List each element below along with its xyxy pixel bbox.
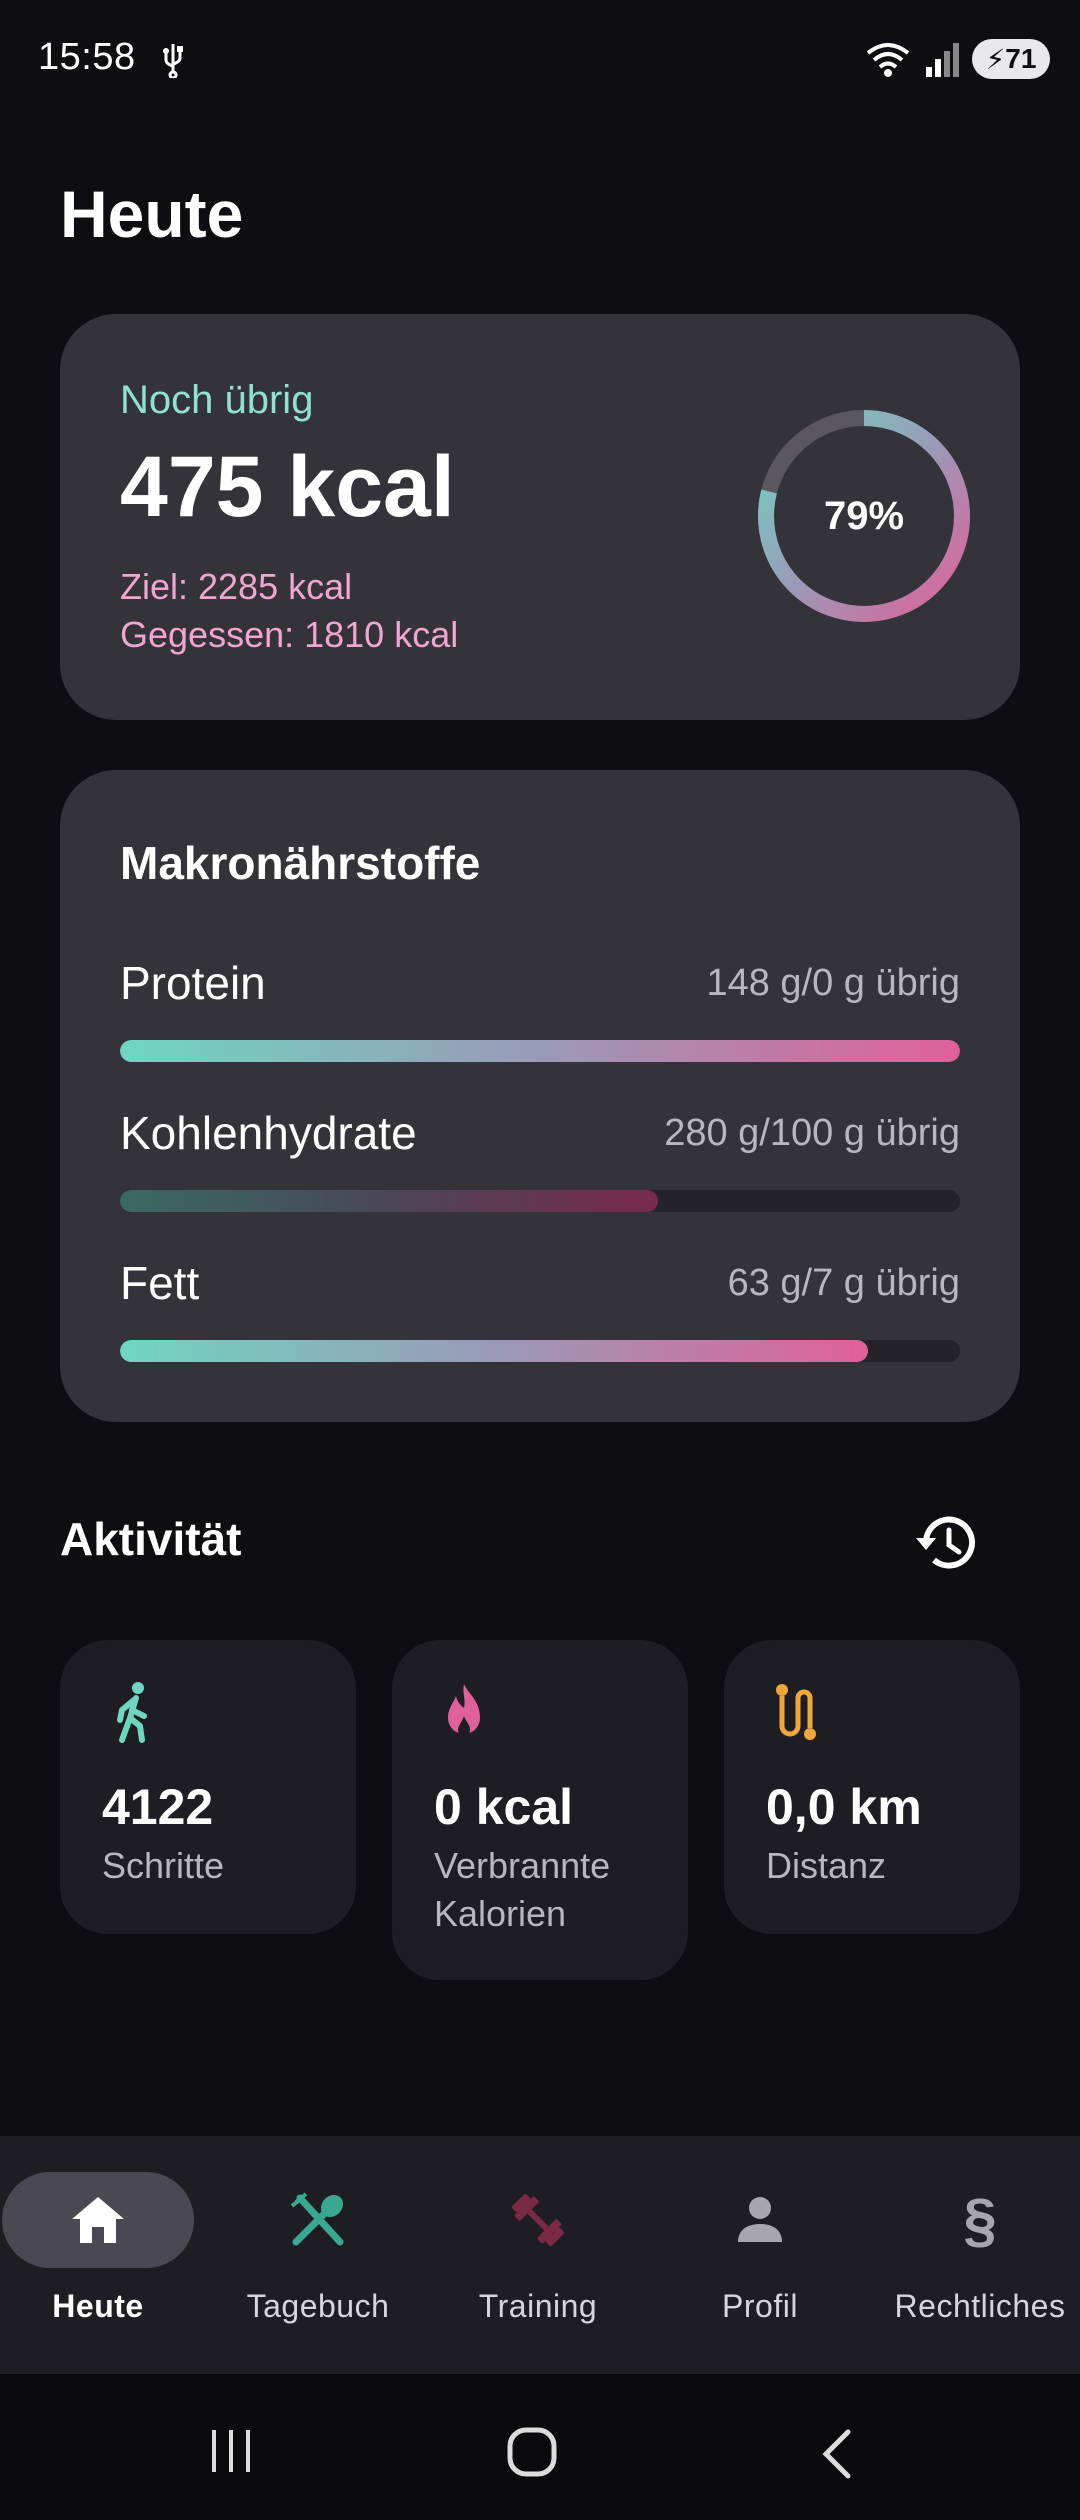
- macro-fat-bar: [120, 1340, 960, 1362]
- macro-carbs-fill: [120, 1190, 658, 1212]
- nav-label-heute: Heute: [52, 2288, 144, 2324]
- macro-carbs-name: Kohlenhydrate: [120, 1107, 417, 1159]
- macro-fat-info: 63 g/7 g übrig: [727, 1262, 960, 1304]
- calorie-percent: 79%: [823, 493, 905, 538]
- macros-title: Makronährstoffe: [120, 837, 481, 889]
- burned-calories-value: 0 kcal: [434, 1779, 574, 1835]
- remaining-kcal: 475 kcal: [120, 439, 455, 535]
- history-icon[interactable]: [912, 1508, 982, 1578]
- distance-value: 0,0 km: [766, 1779, 922, 1835]
- utensils-icon: [290, 2192, 344, 2246]
- recent-apps-icon[interactable]: [206, 2426, 256, 2476]
- activity-title: Aktivität: [60, 1513, 242, 1565]
- macro-carbs-info: 280 g/100 g übrig: [664, 1112, 960, 1154]
- macro-fat-name: Fett: [120, 1257, 200, 1309]
- nav-item-tagebuch[interactable]: Tagebuch: [218, 2136, 418, 2374]
- macro-protein-name: Protein: [120, 957, 266, 1009]
- nav-icon-wrap: [222, 2172, 414, 2268]
- signal-icon: [926, 43, 959, 77]
- macro-protein-info: 148 g/0 g übrig: [706, 962, 960, 1004]
- battery-indicator: ⚡ 71: [972, 39, 1050, 79]
- usb-icon: [163, 44, 183, 78]
- remaining-label: Noch übrig: [120, 378, 314, 422]
- back-icon[interactable]: [814, 2426, 864, 2482]
- burned-calories-label: Verbrannte Kalorien: [434, 1845, 611, 1934]
- nav-label-tagebuch: Tagebuch: [246, 2288, 390, 2324]
- macro-protein-bar: [120, 1040, 960, 1062]
- person-icon: [738, 2197, 782, 2242]
- nav-label-rechtliches: Rechtliches: [894, 2288, 1066, 2324]
- nav-item-rechtliches[interactable]: § Rechtliches: [880, 2136, 1080, 2374]
- macro-carbs-bar: [120, 1190, 960, 1212]
- home-button-icon[interactable]: [506, 2426, 562, 2482]
- fire-icon: [448, 1684, 480, 1736]
- nav-icon-wrap: [664, 2172, 856, 2268]
- route-icon: [776, 1684, 816, 1740]
- nav-icon-wrap: §: [884, 2172, 1076, 2268]
- nav-item-training[interactable]: Training: [438, 2136, 638, 2374]
- nav-item-profil[interactable]: Profil: [660, 2136, 860, 2374]
- status-icons: ⚡ 71: [864, 36, 1050, 82]
- nav-label-profil: Profil: [722, 2288, 798, 2324]
- dumbbell-icon: [511, 2193, 565, 2247]
- walk-icon: [117, 1682, 147, 1743]
- paragraph-icon: §: [963, 2186, 997, 2254]
- status-time: 15:58: [38, 36, 136, 78]
- home-icon: [72, 2197, 124, 2243]
- goal-text: Ziel: 2285 kcal: [120, 566, 353, 607]
- eaten-text: Gegessen: 1810 kcal: [120, 614, 459, 655]
- macro-fat-fill: [120, 1340, 868, 1362]
- nav-active-indicator: [2, 2172, 194, 2268]
- macro-protein-fill: [120, 1040, 960, 1062]
- nav-icon-wrap: [442, 2172, 634, 2268]
- charging-icon: ⚡: [985, 43, 1006, 75]
- steps-label: Schritte: [102, 1845, 225, 1886]
- nav-label-training: Training: [478, 2288, 598, 2324]
- nav-item-heute[interactable]: Heute: [0, 2136, 196, 2374]
- page-title: Heute: [60, 177, 244, 251]
- steps-value: 4122: [102, 1779, 214, 1835]
- distance-label: Distanz: [766, 1845, 887, 1886]
- wifi-icon: [866, 43, 910, 77]
